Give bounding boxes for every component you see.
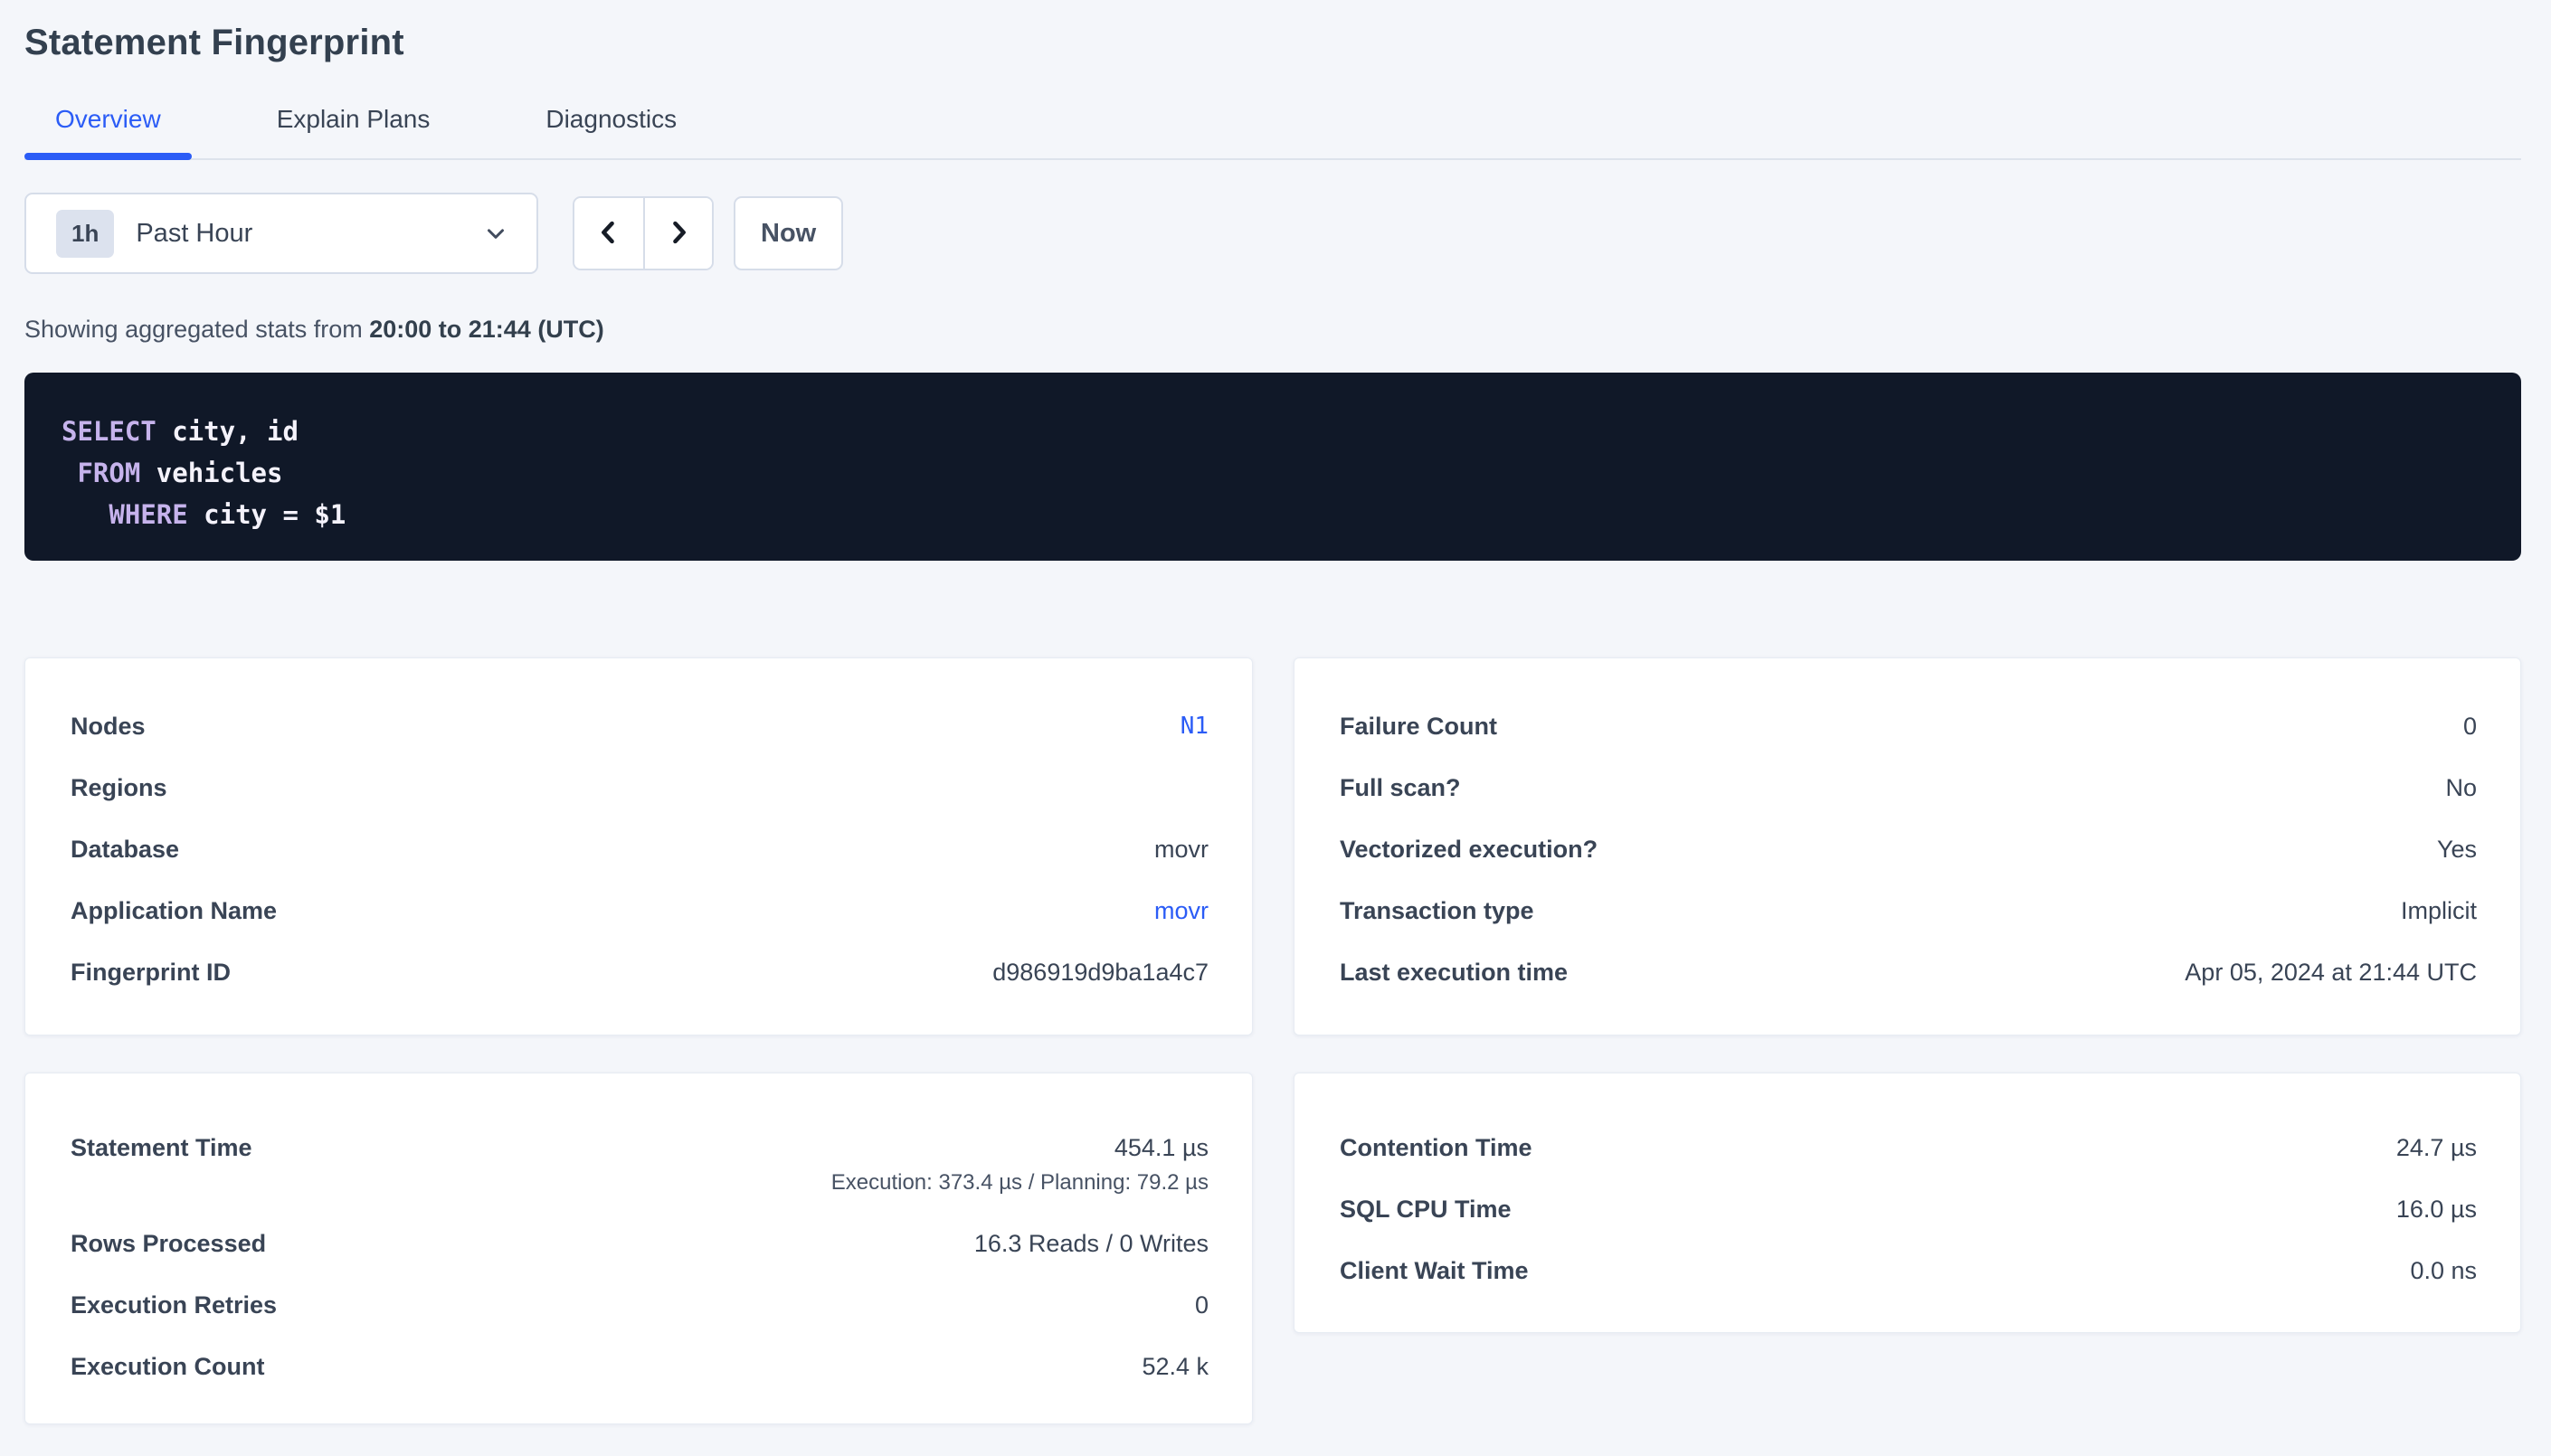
sql-statement-box: SELECT city, id FROM vehicles WHERE city… (24, 373, 2521, 561)
row-label: Execution Retries (71, 1291, 277, 1319)
row-label: Regions (71, 773, 167, 802)
now-button[interactable]: Now (734, 196, 843, 270)
last-execution-time-value: Apr 05, 2024 at 21:44 UTC (2185, 958, 2477, 987)
statement-details-card: Nodes N1 Regions Database movr Applicati… (24, 657, 1253, 1035)
execution-attributes-card: Failure Count 0 Full scan? No Vectorized… (1294, 657, 2521, 1035)
row-label: Fingerprint ID (71, 958, 231, 987)
previous-time-button[interactable] (574, 198, 643, 269)
chevron-left-icon (593, 215, 624, 252)
time-range-dropdown[interactable]: 1h Past Hour (24, 193, 538, 274)
table-row: Statement Time 454.1 µs Execution: 373.4… (71, 1133, 1209, 1196)
statement-time-value: 454.1 µs (1114, 1133, 1209, 1162)
transaction-type-value: Implicit (2401, 896, 2477, 925)
sql-cpu-time-value: 16.0 µs (2396, 1195, 2477, 1224)
statement-time-breakdown: Execution: 373.4 µs / Planning: 79.2 µs (831, 1169, 1209, 1196)
time-toolbar: 1h Past Hour (24, 193, 2521, 274)
row-label: Transaction type (1340, 896, 1534, 925)
wait-time-stats-card: Contention Time 24.7 µs SQL CPU Time 16.… (1294, 1073, 2521, 1333)
statement-time-values: 454.1 µs Execution: 373.4 µs / Planning:… (831, 1133, 1209, 1196)
nodes-link[interactable]: N1 (1181, 712, 1209, 741)
application-name-link[interactable]: movr (1154, 896, 1209, 925)
tab-explain-plans[interactable]: Explain Plans (246, 105, 461, 158)
tab-bar: Overview Explain Plans Diagnostics (24, 105, 2521, 160)
time-range-label: Past Hour (136, 219, 252, 249)
client-wait-time-value: 0.0 ns (2410, 1256, 2477, 1285)
sql-keyword: WHERE (109, 499, 187, 530)
failure-count-value: 0 (2463, 712, 2477, 741)
row-label: SQL CPU Time (1340, 1195, 1512, 1224)
table-row: Regions (71, 773, 1209, 802)
fingerprint-id-value: d986919d9ba1a4c7 (992, 958, 1209, 987)
row-label: Vectorized execution? (1340, 835, 1598, 864)
time-step-button-group (573, 196, 714, 270)
page-title: Statement Fingerprint (24, 0, 2521, 63)
tab-diagnostics[interactable]: Diagnostics (515, 105, 707, 158)
sql-keyword: SELECT (62, 416, 156, 447)
sql-keyword: FROM (77, 458, 140, 488)
table-row: Vectorized execution? Yes (1340, 835, 2477, 864)
statement-stats-card: Statement Time 454.1 µs Execution: 373.4… (24, 1073, 1253, 1424)
table-row: Execution Retries 0 (71, 1291, 1209, 1319)
row-label: Application Name (71, 896, 277, 925)
row-label: Last execution time (1340, 958, 1568, 987)
aggregated-stats-note-range: 20:00 to 21:44 (UTC) (369, 316, 604, 343)
table-row: Rows Processed 16.3 Reads / 0 Writes (71, 1229, 1209, 1258)
row-label: Database (71, 835, 179, 864)
next-time-button[interactable] (643, 198, 712, 269)
table-row: Transaction type Implicit (1340, 896, 2477, 925)
table-row: Application Name movr (71, 896, 1209, 925)
execution-count-value: 52.4 k (1142, 1352, 1209, 1381)
row-label: Execution Count (71, 1352, 265, 1381)
row-label: Contention Time (1340, 1133, 1532, 1162)
table-row: Failure Count 0 (1340, 712, 2477, 741)
row-label: Nodes (71, 712, 146, 741)
tab-overview[interactable]: Overview (24, 105, 192, 158)
table-row: Nodes N1 (71, 712, 1209, 741)
sql-line: FROM vehicles (62, 452, 2485, 494)
execution-retries-value: 0 (1195, 1291, 1209, 1319)
row-label: Rows Processed (71, 1229, 266, 1258)
contention-time-value: 24.7 µs (2396, 1133, 2477, 1162)
aggregated-stats-note-prefix: Showing aggregated stats from (24, 316, 369, 343)
row-label: Client Wait Time (1340, 1256, 1529, 1285)
statement-fingerprint-page: Statement Fingerprint Overview Explain P… (0, 0, 2551, 1424)
table-row: Execution Count 52.4 k (71, 1352, 1209, 1381)
table-row: Database movr (71, 835, 1209, 864)
table-row: Last execution time Apr 05, 2024 at 21:4… (1340, 958, 2477, 987)
chevron-down-icon (482, 220, 509, 247)
table-row: Client Wait Time 0.0 ns (1340, 1256, 2477, 1285)
rows-processed-value: 16.3 Reads / 0 Writes (974, 1229, 1209, 1258)
table-row: Contention Time 24.7 µs (1340, 1133, 2477, 1162)
database-value: movr (1154, 835, 1209, 864)
overview-cards-grid: Nodes N1 Regions Database movr Applicati… (24, 657, 2521, 1424)
table-row: Fingerprint ID d986919d9ba1a4c7 (71, 958, 1209, 987)
table-row: SQL CPU Time 16.0 µs (1340, 1195, 2477, 1224)
row-label: Failure Count (1340, 712, 1497, 741)
aggregated-stats-note: Showing aggregated stats from 20:00 to 2… (24, 316, 2521, 344)
row-label: Full scan? (1340, 773, 1461, 802)
row-label: Statement Time (71, 1133, 252, 1162)
sql-line: WHERE city = $1 (62, 494, 2485, 535)
vectorized-execution-value: Yes (2437, 835, 2477, 864)
sql-line: SELECT city, id (62, 411, 2485, 452)
time-range-badge: 1h (56, 210, 114, 258)
chevron-right-icon (663, 215, 694, 252)
full-scan-value: No (2445, 773, 2477, 802)
table-row: Full scan? No (1340, 773, 2477, 802)
